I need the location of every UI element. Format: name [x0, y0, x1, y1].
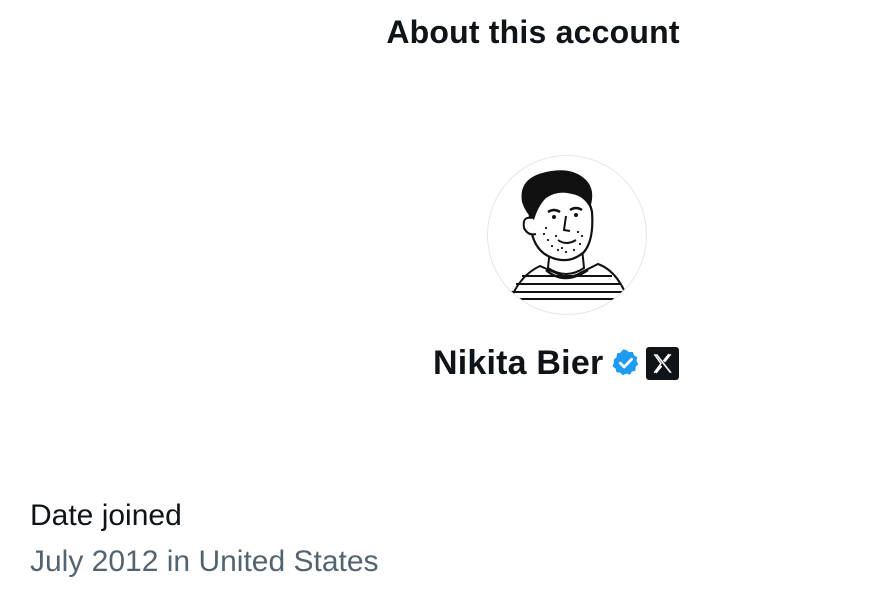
- display-name: Nikita Bier: [433, 343, 604, 382]
- date-joined-value: July 2012 in United States: [30, 545, 379, 578]
- date-joined-label: Date joined: [30, 499, 182, 532]
- avatar-portrait-icon: [507, 170, 631, 307]
- profile-avatar[interactable]: [487, 155, 647, 315]
- page-title: About this account: [386, 14, 680, 50]
- x-logo-icon[interactable]: [646, 346, 680, 380]
- verified-badge-icon[interactable]: [611, 348, 641, 378]
- profile-name-row: Nikita Bier: [433, 340, 680, 386]
